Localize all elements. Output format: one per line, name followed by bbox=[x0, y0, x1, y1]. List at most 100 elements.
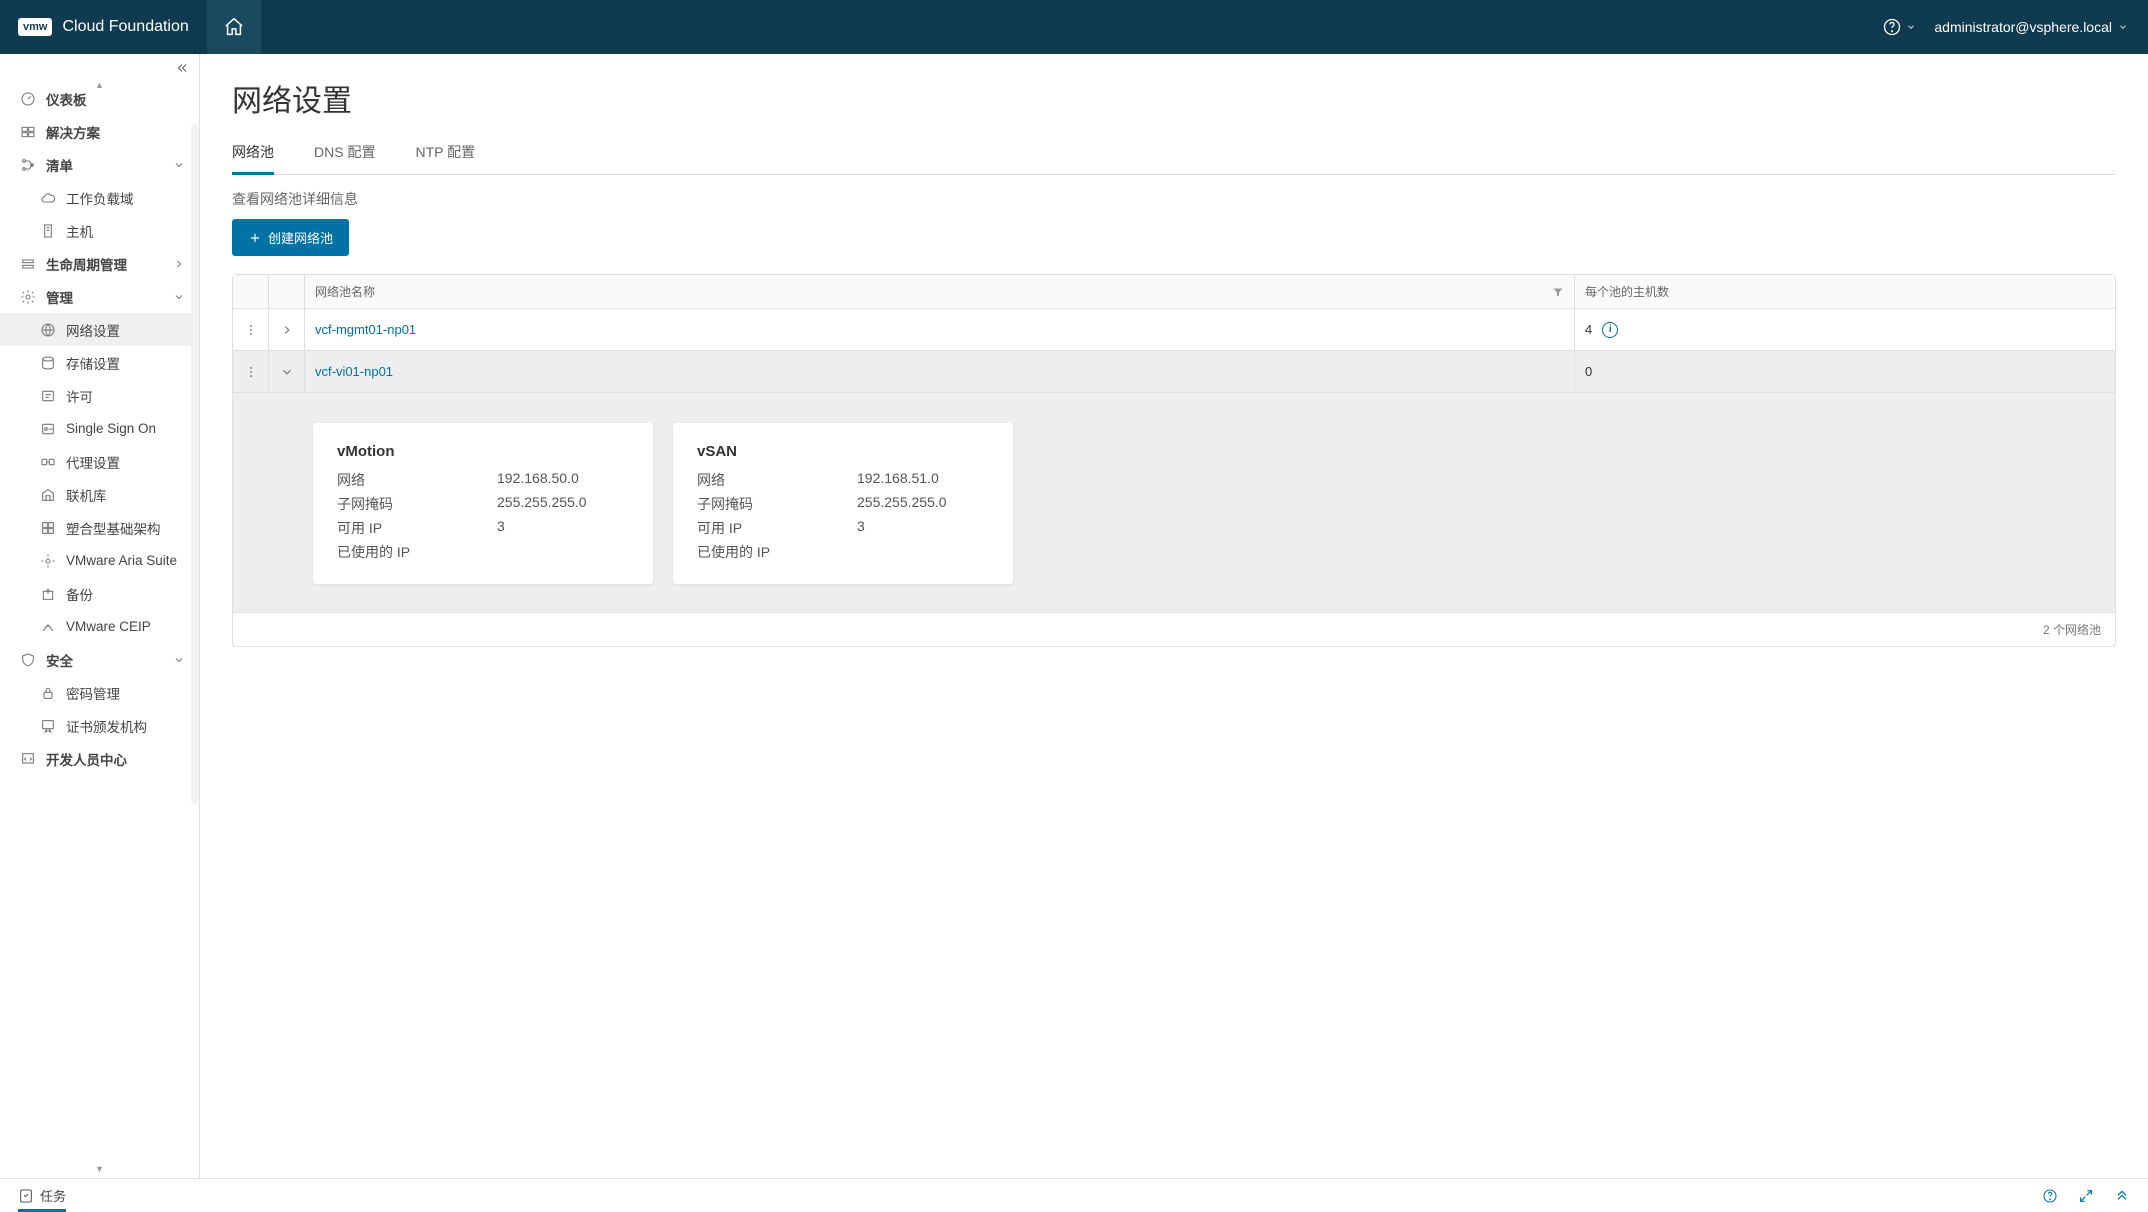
tab-0[interactable]: 网络池 bbox=[232, 134, 274, 175]
create-button-label: 创建网络池 bbox=[268, 228, 333, 247]
column-header-hosts[interactable]: 每个池的主机数 bbox=[1575, 275, 2115, 308]
row-detail-panel: vMotion网络192.168.50.0子网掩码255.255.255.0可用… bbox=[233, 393, 2115, 613]
bottombar-collapse-button[interactable] bbox=[2114, 1188, 2130, 1204]
dev-icon bbox=[20, 751, 36, 767]
create-network-pool-button[interactable]: 创建网络池 bbox=[232, 219, 349, 256]
sidebar-item-6[interactable]: 管理 bbox=[0, 280, 199, 313]
chevron-down-icon bbox=[1906, 22, 1916, 32]
network-pool-link[interactable]: vcf-mgmt01-np01 bbox=[315, 322, 416, 337]
lock-icon bbox=[40, 685, 56, 701]
detail-label: 网络 bbox=[697, 470, 857, 490]
app-header: vmw Cloud Foundation administrator@vsphe… bbox=[0, 0, 2148, 54]
double-chevron-up-icon bbox=[2114, 1188, 2130, 1204]
user-menu[interactable]: administrator@vsphere.local bbox=[1934, 19, 2128, 35]
dashboard-icon bbox=[20, 91, 36, 107]
aria-icon bbox=[40, 553, 56, 569]
sidebar-item-label: 仪表板 bbox=[46, 89, 185, 109]
sidebar-item-label: 备份 bbox=[66, 584, 185, 604]
bottombar-expand-button[interactable] bbox=[2078, 1188, 2094, 1204]
sidebar-item-9[interactable]: 许可 bbox=[0, 379, 199, 412]
sidebar-item-19[interactable]: 证书颁发机构 bbox=[0, 709, 199, 742]
info-icon[interactable]: i bbox=[1602, 322, 1618, 338]
sidebar-item-14[interactable]: VMware Aria Suite bbox=[0, 544, 199, 577]
row-expand-button[interactable] bbox=[279, 365, 294, 379]
logo-block: vmw Cloud Foundation bbox=[0, 0, 207, 54]
sidebar-item-1[interactable]: 解决方案 bbox=[0, 115, 199, 148]
sidebar-item-4[interactable]: 主机 bbox=[0, 214, 199, 247]
sidebar-item-16[interactable]: VMware CEIP bbox=[0, 610, 199, 643]
home-button[interactable] bbox=[207, 0, 261, 54]
table-footer: 2 个网络池 bbox=[233, 613, 2115, 646]
sidebar-item-label: Single Sign On bbox=[66, 421, 185, 436]
detail-value: 255.255.255.0 bbox=[857, 494, 947, 514]
sidebar-item-label: 证书颁发机构 bbox=[66, 716, 185, 736]
row-actions-button[interactable] bbox=[243, 365, 258, 379]
detail-label: 子网掩码 bbox=[337, 494, 497, 514]
main-content: 网络设置 网络池DNS 配置NTP 配置 查看网络池详细信息 创建网络池 网络池… bbox=[200, 54, 2148, 1178]
tab-1[interactable]: DNS 配置 bbox=[314, 134, 375, 175]
row-expand-button[interactable] bbox=[279, 323, 294, 337]
card-title: vSAN bbox=[697, 443, 989, 460]
sidebar-item-2[interactable]: 清单 bbox=[0, 148, 199, 181]
storage-icon bbox=[40, 355, 56, 371]
host-count: 4 bbox=[1585, 322, 1592, 337]
network-pool-link[interactable]: vcf-vi01-np01 bbox=[315, 364, 393, 379]
chevron-down-icon bbox=[2118, 22, 2128, 32]
sidebar-item-label: 解决方案 bbox=[46, 122, 185, 142]
sidebar-item-12[interactable]: 联机库 bbox=[0, 478, 199, 511]
sidebar-item-10[interactable]: Single Sign On bbox=[0, 412, 199, 445]
sidebar-collapse-button[interactable] bbox=[0, 54, 199, 82]
chevron-right-icon bbox=[173, 258, 185, 270]
row-actions-button[interactable] bbox=[243, 323, 258, 337]
detail-value: 192.168.50.0 bbox=[497, 470, 579, 490]
sidebar-item-7[interactable]: 网络设置 bbox=[0, 313, 199, 346]
scrollbar-thumb[interactable] bbox=[191, 124, 199, 804]
sidebar-item-18[interactable]: 密码管理 bbox=[0, 676, 199, 709]
sidebar-item-3[interactable]: 工作负载域 bbox=[0, 181, 199, 214]
scroll-down-indicator: ▼ bbox=[95, 1164, 104, 1174]
column-header-name[interactable]: 网络池名称 bbox=[305, 275, 1575, 308]
page-subtitle: 查看网络池详细信息 bbox=[232, 189, 2116, 209]
detail-card: vSAN网络192.168.51.0子网掩码255.255.255.0可用 IP… bbox=[673, 423, 1013, 584]
sidebar: ▲ 仪表板解决方案清单工作负载域主机生命周期管理管理网络设置存储设置许可Sing… bbox=[0, 54, 200, 1178]
composable-icon bbox=[40, 520, 56, 536]
cloud-icon bbox=[40, 190, 56, 206]
detail-value: 255.255.255.0 bbox=[497, 494, 587, 514]
detail-label: 网络 bbox=[337, 470, 497, 490]
sidebar-item-20[interactable]: 开发人员中心 bbox=[0, 742, 199, 775]
sidebar-item-5[interactable]: 生命周期管理 bbox=[0, 247, 199, 280]
sidebar-item-label: 管理 bbox=[46, 287, 163, 307]
detail-label: 子网掩码 bbox=[697, 494, 857, 514]
sidebar-item-label: 塑合型基础架构 bbox=[66, 518, 185, 538]
ceip-icon bbox=[40, 619, 56, 635]
network-pool-table: 网络池名称 每个池的主机数 vcf-mgmt01-np01 4i vcf-vi0… bbox=[232, 274, 2116, 647]
sidebar-item-15[interactable]: 备份 bbox=[0, 577, 199, 610]
detail-label: 已使用的 IP bbox=[337, 542, 497, 562]
sidebar-item-label: 工作负载域 bbox=[66, 188, 185, 208]
sidebar-item-label: 安全 bbox=[46, 650, 163, 670]
shield-icon bbox=[20, 652, 36, 668]
sidebar-item-13[interactable]: 塑合型基础架构 bbox=[0, 511, 199, 544]
sidebar-item-17[interactable]: 安全 bbox=[0, 643, 199, 676]
detail-card: vMotion网络192.168.50.0子网掩码255.255.255.0可用… bbox=[313, 423, 653, 584]
help-button[interactable] bbox=[1882, 17, 1916, 37]
detail-value: 192.168.51.0 bbox=[857, 470, 939, 490]
tab-2[interactable]: NTP 配置 bbox=[415, 134, 475, 175]
home-icon bbox=[223, 16, 245, 38]
detail-value: 3 bbox=[857, 518, 865, 538]
tasks-button[interactable]: 任务 bbox=[18, 1179, 66, 1212]
host-count: 0 bbox=[1585, 364, 1592, 379]
sidebar-item-11[interactable]: 代理设置 bbox=[0, 445, 199, 478]
table-row: vcf-mgmt01-np01 4i bbox=[233, 309, 2115, 351]
help-icon bbox=[1882, 17, 1902, 37]
solutions-icon bbox=[20, 124, 36, 140]
bottombar-help-button[interactable] bbox=[2042, 1188, 2058, 1204]
expand-icon bbox=[2078, 1188, 2094, 1204]
backup-icon bbox=[40, 586, 56, 602]
inventory-icon bbox=[20, 157, 36, 173]
sidebar-item-8[interactable]: 存储设置 bbox=[0, 346, 199, 379]
sidebar-item-label: 主机 bbox=[66, 221, 185, 241]
user-label: administrator@vsphere.local bbox=[1934, 19, 2112, 35]
sidebar-item-label: VMware Aria Suite bbox=[66, 553, 185, 568]
filter-icon[interactable] bbox=[1552, 286, 1564, 298]
